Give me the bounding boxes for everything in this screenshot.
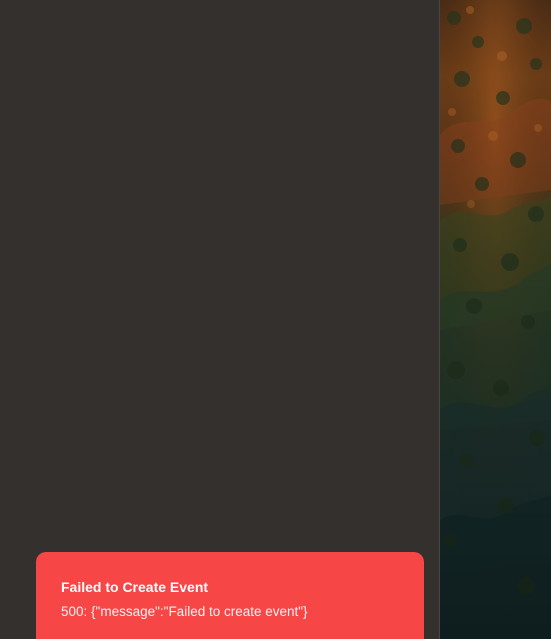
app-window: Failed to Create Event 500: {"message":"… xyxy=(0,0,551,639)
toast-message: 500: {"message":"Failed to create event"… xyxy=(61,604,308,619)
toast-title: Failed to Create Event xyxy=(61,579,209,595)
landscape-image xyxy=(440,0,551,639)
main-panel xyxy=(0,0,439,639)
error-toast[interactable]: Failed to Create Event 500: {"message":"… xyxy=(36,552,424,639)
landscape-image-art xyxy=(440,0,551,639)
